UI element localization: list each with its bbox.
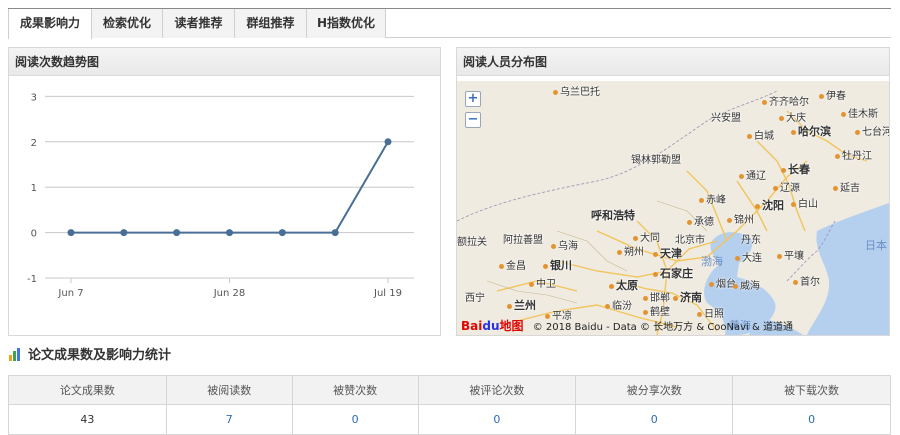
header-paper-count: 论文成果数	[8, 375, 167, 405]
map-label-tianjin: 天津	[653, 245, 682, 261]
tab-bar: 成果影响力 检索优化 读者推荐 群组推荐 H指数优化	[8, 8, 891, 39]
header-like-count: 被赞次数	[291, 375, 419, 405]
stats-header-row: 论文成果数 被阅读数 被赞次数 被评论次数 被分享次数 被下载次数	[8, 375, 891, 405]
value-share-count[interactable]: 0	[575, 404, 734, 435]
value-paper-count: 43	[8, 404, 167, 435]
baidu-map-logo[interactable]: Baidu地图	[461, 319, 524, 333]
reading-trend-panel: 阅读次数趋势图 -1 0 1 2 3 Jun 7 Jun 28 Jul 19	[8, 47, 441, 336]
tab-search-optimization[interactable]: 检索优化	[92, 9, 163, 38]
map-label-japan: 日本	[865, 239, 887, 252]
map-label-wulanbatuo: 乌兰巴托	[553, 83, 600, 98]
map-label-wuhai: 乌海	[551, 237, 578, 252]
map-label-yinchuan: 银川	[543, 257, 572, 273]
stats-value-row: 43 7 0 0 0 0	[8, 404, 891, 435]
map-label-lanzhou: 兰州	[507, 297, 536, 313]
map-label-alashan: 阿拉善盟	[503, 235, 543, 246]
stats-title-text: 论文成果数及影响力统计	[28, 348, 172, 363]
stats-table: 论文成果数 被阅读数 被赞次数 被评论次数 被分享次数 被下载次数 43 7 0…	[8, 375, 891, 435]
y-tick-label: 2	[31, 138, 37, 149]
map-attribution: Baidu地图 © 2018 Baidu - Data © 长地万方 & Coo…	[457, 317, 889, 335]
data-point[interactable]	[120, 229, 128, 237]
map-label-datong: 大同	[633, 229, 660, 244]
value-comment-count[interactable]: 0	[417, 404, 577, 435]
map-label-taiyuan: 太原	[609, 277, 638, 293]
value-download-count[interactable]: 0	[732, 404, 891, 435]
map-label-xilinguole: 锡林郭勒盟	[631, 155, 681, 166]
map-label-jinan: 济南	[673, 289, 702, 305]
map-label-jinchang: 金昌	[499, 257, 526, 272]
map-label-changchun: 长春	[781, 161, 810, 177]
stats-section-title: 论文成果数及影响力统计	[8, 347, 171, 365]
reader-distribution-panel: 阅读人员分布图 + − 乌兰巴托 伊春 齐齐哈尔 大庆 佳木斯 哈尔滨 兴安盟 …	[456, 47, 890, 336]
data-point[interactable]	[384, 138, 392, 146]
map-label-beijing: 北京市	[675, 235, 705, 246]
map-label-qitaihe: 七台河	[855, 123, 889, 138]
map-label-elaguan: 额拉关	[457, 237, 487, 248]
map-label-haerbin: 哈尔滨	[791, 123, 831, 139]
map-label-chengde: 承德	[687, 213, 714, 228]
tab-h-index-optimization[interactable]: H指数优化	[307, 9, 386, 38]
value-read-count[interactable]: 7	[165, 404, 293, 435]
reading-trend-chart: -1 0 1 2 3 Jun 7 Jun 28 Jul 19	[9, 76, 440, 335]
x-tick-label: Jul 19	[373, 288, 402, 299]
map-label-tongliao: 通辽	[739, 167, 766, 182]
map-label-bohai: 渤海	[701, 255, 723, 268]
map-label-hebi: 鹤壁	[643, 303, 670, 318]
map-label-dandong: 丹东	[741, 235, 761, 246]
reading-trend-svg: -1 0 1 2 3 Jun 7 Jun 28 Jul 19	[27, 92, 414, 299]
value-like-count[interactable]: 0	[291, 404, 419, 435]
map-label-dalian: 大连	[735, 249, 762, 264]
reading-trend-title: 阅读次数趋势图	[9, 48, 440, 76]
map-label-mudanjiang: 牡丹江	[835, 147, 872, 162]
map-label-pyongyang: 平壤	[777, 247, 804, 262]
tab-reader-recommend[interactable]: 读者推荐	[163, 9, 235, 38]
reader-distribution-map[interactable]: + − 乌兰巴托 伊春 齐齐哈尔 大庆 佳木斯 哈尔滨 兴安盟 白城 七台河 牡…	[457, 81, 889, 335]
data-point[interactable]	[173, 229, 181, 237]
y-tick-label: -1	[27, 274, 37, 285]
x-tick-label: Jun 28	[213, 288, 246, 299]
map-label-zhongwei: 中卫	[529, 275, 556, 290]
map-label-weihai: 威海	[733, 277, 760, 292]
zoom-in-button[interactable]: +	[465, 91, 481, 107]
map-label-huhehaote: 呼和浩特	[591, 209, 635, 222]
map-label-liaoyuan: 辽源	[773, 179, 800, 194]
map-label-handan: 邯郸	[643, 289, 670, 304]
header-share-count: 被分享次数	[575, 375, 734, 405]
y-tick-label: 0	[31, 229, 37, 240]
map-label-shenyang: 沈阳	[755, 197, 784, 213]
map-label-qiqihaer: 齐齐哈尔	[762, 93, 809, 108]
map-label-seoul: 首尔	[793, 273, 820, 288]
map-label-daqing: 大庆	[779, 109, 806, 124]
map-label-yichun: 伊春	[819, 87, 846, 102]
data-point[interactable]	[278, 229, 286, 237]
data-point[interactable]	[226, 229, 233, 237]
map-label-yantai: 烟台	[709, 275, 736, 290]
map-label-chifeng: 赤峰	[699, 191, 726, 206]
map-label-shuozhou: 朔州	[617, 243, 644, 258]
map-label-linfen: 临汾	[605, 297, 632, 312]
bar-chart-icon	[9, 348, 20, 361]
reader-distribution-title: 阅读人员分布图	[457, 48, 889, 76]
map-label-shijiazhuang: 石家庄	[653, 265, 693, 281]
y-tick-label: 1	[31, 183, 37, 194]
header-download-count: 被下载次数	[732, 375, 891, 405]
data-point[interactable]	[331, 229, 339, 237]
header-read-count: 被阅读数	[165, 375, 293, 405]
map-copyright-text: © 2018 Baidu - Data © 长地万方 & CooNavi & 道…	[532, 322, 793, 333]
data-point[interactable]	[67, 229, 75, 237]
tab-group-recommend[interactable]: 群组推荐	[235, 9, 307, 38]
map-label-jiamusi: 佳木斯	[841, 105, 878, 120]
map-label-yanji: 延吉	[833, 179, 860, 194]
header-comment-count: 被评论次数	[417, 375, 577, 405]
map-label-baicheng: 白城	[747, 127, 774, 142]
map-label-baishan: 白山	[791, 195, 818, 210]
zoom-out-button[interactable]: −	[465, 112, 481, 128]
tab-impact[interactable]: 成果影响力	[8, 9, 92, 39]
x-tick-label: Jun 7	[57, 288, 83, 299]
y-tick-label: 3	[31, 92, 37, 103]
map-label-jinzhou: 锦州	[727, 211, 754, 226]
map-label-xinganmeng: 兴安盟	[711, 113, 741, 124]
map-label-xining: 西宁	[465, 293, 485, 304]
